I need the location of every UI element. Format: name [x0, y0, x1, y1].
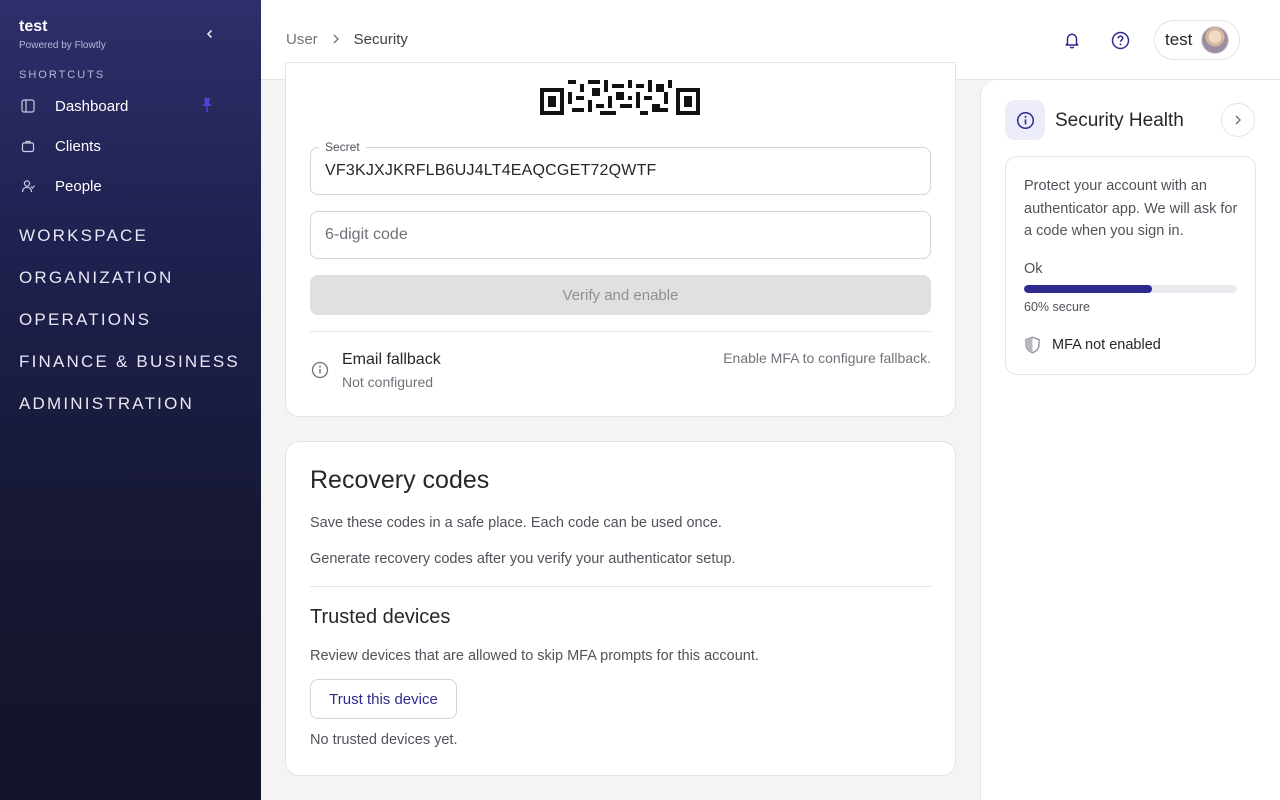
breadcrumb-user[interactable]: User — [286, 31, 318, 48]
sidebar-section-operations[interactable]: OPERATIONS — [19, 310, 151, 330]
recovery-codes-title: Recovery codes — [310, 466, 490, 494]
user-menu-button[interactable]: test — [1154, 20, 1240, 60]
security-progress-bar — [1024, 285, 1237, 293]
sidebar-item-clients[interactable]: Clients — [19, 131, 241, 161]
shield-icon — [1024, 336, 1041, 359]
sidebar-item-label: People — [55, 177, 102, 195]
help-icon[interactable] — [1109, 29, 1131, 51]
sidebar: test Powered by Flowtly SHORTCUTS Dashbo… — [0, 0, 261, 800]
user-name: test — [1165, 30, 1193, 49]
sidebar-item-people[interactable]: People — [19, 171, 241, 201]
verify-enable-button[interactable]: Verify and enable — [310, 275, 931, 315]
info-icon — [1005, 100, 1045, 140]
trusted-devices-title: Trusted devices — [310, 606, 451, 628]
sidebar-section-workspace[interactable]: WORKSPACE — [19, 226, 148, 246]
sidebar-section-organization[interactable]: ORGANIZATION — [19, 268, 174, 288]
brand-title: test — [19, 18, 48, 35]
info-icon — [311, 361, 329, 384]
chevron-right-icon — [332, 32, 340, 47]
trust-device-button[interactable]: Trust this device — [310, 679, 457, 719]
pin-icon[interactable] — [200, 97, 214, 118]
code-field[interactable] — [310, 211, 931, 259]
next-button[interactable] — [1221, 103, 1255, 137]
security-status: Ok — [1024, 261, 1043, 277]
security-score-label: 60% secure — [1024, 300, 1091, 314]
shortcuts-label: SHORTCUTS — [19, 69, 106, 81]
sidebar-panel-icon — [19, 97, 37, 115]
divider — [310, 331, 931, 332]
recovery-codes-desc: Save these codes in a safe place. Each c… — [310, 515, 722, 531]
person-icon — [19, 177, 37, 195]
secret-label: Secret — [319, 140, 366, 154]
briefcase-icon — [19, 137, 37, 155]
chevron-right-icon — [1235, 115, 1241, 125]
avatar — [1201, 26, 1230, 54]
trusted-devices-empty: No trusted devices yet. — [310, 732, 458, 748]
email-fallback-title: Email fallback — [342, 351, 441, 368]
breadcrumb: User Security — [286, 31, 408, 48]
sidebar-item-label: Dashboard — [55, 97, 129, 115]
mfa-status: MFA not enabled — [1052, 337, 1161, 353]
email-fallback-note: Enable MFA to configure fallback. — [723, 350, 931, 366]
security-health-title: Security Health — [1055, 110, 1184, 131]
divider — [310, 586, 931, 587]
sidebar-item-label: Clients — [55, 137, 101, 155]
code-input[interactable] — [311, 212, 930, 258]
brand-subtitle: Powered by Flowtly — [19, 40, 106, 51]
sidebar-section-finance-business[interactable]: FINANCE & BUSINESS — [19, 352, 240, 372]
collapse-sidebar-button[interactable] — [200, 26, 220, 44]
email-fallback-status: Not configured — [342, 374, 434, 390]
security-progress-fill — [1024, 285, 1152, 293]
secret-value[interactable]: VF3KJXJKRFLB6UJ4LT4EAQCGET72QWTF — [325, 162, 657, 180]
secret-field[interactable]: Secret VF3KJXJKRFLB6UJ4LT4EAQCGET72QWTF — [310, 140, 931, 195]
bell-icon[interactable] — [1061, 29, 1083, 51]
qr-code — [540, 80, 700, 115]
chevron-left-icon — [206, 29, 213, 39]
trusted-devices-desc: Review devices that are allowed to skip … — [310, 648, 759, 664]
breadcrumb-security: Security — [353, 31, 408, 48]
sidebar-section-administration[interactable]: ADMINISTRATION — [19, 394, 194, 414]
brand: test Powered by Flowtly — [19, 18, 106, 51]
security-health-desc: Protect your account with an authenticat… — [1024, 178, 1238, 239]
recovery-codes-hint: Generate recovery codes after you verify… — [310, 551, 736, 567]
